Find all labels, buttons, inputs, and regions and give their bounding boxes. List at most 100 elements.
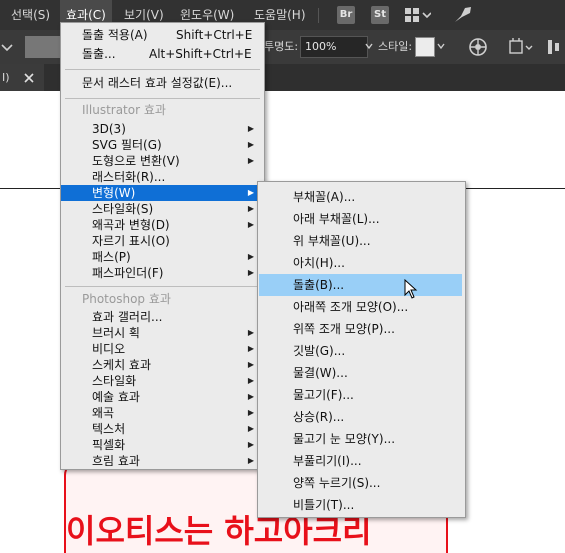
raster-settings-item[interactable]: 문서 래스터 효과 설정값(E)... xyxy=(82,75,232,91)
submenu-arrow-icon: ▶ xyxy=(247,252,254,261)
menu-item-brush-strokes[interactable]: 브러시 획 ▶ xyxy=(61,325,264,341)
menu-item-ps-stylize[interactable]: 스타일화 ▶ xyxy=(61,373,264,389)
submenu-item-label: 물결(W)... xyxy=(293,366,348,380)
submenu-item-label: 양쪽 누르기(S)... xyxy=(293,476,381,490)
distribute-icon[interactable] xyxy=(546,37,565,60)
menu-item-label: 픽셀화 xyxy=(92,438,126,452)
menu-item-pixelate[interactable]: 픽셀화 ▶ xyxy=(61,437,264,453)
opacity-input[interactable]: 100% xyxy=(300,36,368,58)
menu-select[interactable]: 선택(S) xyxy=(11,0,50,30)
menu-item-sketch[interactable]: 스케치 효과 ▶ xyxy=(61,357,264,373)
submenu-arrow-icon: ▶ xyxy=(247,156,254,165)
submenu-item-label: 아래쪽 조개 모양(O)... xyxy=(293,300,409,314)
warp-arc[interactable]: 부채꼴(A)... xyxy=(258,186,465,208)
menu-item-video[interactable]: 비디오 ▶ xyxy=(61,341,264,357)
menu-item-blur[interactable]: 흐림 효과 ▶ xyxy=(61,453,264,469)
warp-inflate[interactable]: 부풀리기(I)... xyxy=(258,450,465,472)
menu-item-stylize[interactable]: 스타일화(S) ▶ xyxy=(61,201,264,217)
menu-item-3d[interactable]: 3D(3) ▶ xyxy=(61,121,264,137)
submenu-arrow-icon: ▶ xyxy=(247,328,254,337)
submenu-item-label: 돌출(B)... xyxy=(293,278,345,292)
menu-item-label: 스타일화(S) xyxy=(92,202,154,216)
style-swatch[interactable] xyxy=(415,37,435,57)
submenu-arrow-icon: ▶ xyxy=(247,456,254,465)
warp-arch[interactable]: 아치(H)... xyxy=(258,252,465,274)
warp-bulge[interactable]: 돌출(B)... xyxy=(259,274,462,296)
last-effect-item[interactable]: 돌출... xyxy=(82,46,116,62)
apply-last-effect-item[interactable]: 돌출 적용(A) xyxy=(82,27,148,43)
menu-item-label: 효과 갤러리... xyxy=(92,310,163,324)
menu-item-distort-transform[interactable]: 왜곡과 변형(D) ▶ xyxy=(61,217,264,233)
submenu-item-label: 물고기(F)... xyxy=(293,388,354,402)
submenu-item-label: 상승(R)... xyxy=(293,410,345,424)
menu-item-artistic[interactable]: 예술 효과 ▶ xyxy=(61,389,264,405)
menu-separator xyxy=(65,98,260,99)
stock-icon[interactable]: St xyxy=(371,6,389,24)
menu-item-warp[interactable]: 변형(W) ▶ xyxy=(61,185,264,201)
menubar-divider xyxy=(318,8,319,23)
submenu-arrow-icon: ▶ xyxy=(247,124,254,133)
align-icon[interactable] xyxy=(508,37,534,60)
warp-shell-lower[interactable]: 아래쪽 조개 모양(O)... xyxy=(258,296,465,318)
menu-item-label: 패스(P) xyxy=(92,250,131,264)
close-icon[interactable] xyxy=(24,72,34,86)
document-tab[interactable]: I) xyxy=(0,64,44,91)
submenu-arrow-icon: ▶ xyxy=(247,392,254,401)
submenu-arrow-icon: ▶ xyxy=(247,140,254,149)
menu-item-texture[interactable]: 텍스처 ▶ xyxy=(61,421,264,437)
submenu-arrow-icon: ▶ xyxy=(247,424,254,433)
menu-item-label: 브러시 획 xyxy=(92,326,140,340)
opacity-label[interactable]: 투명도: xyxy=(264,30,298,64)
mouse-cursor-icon xyxy=(404,278,418,302)
document-tab-label: I) xyxy=(2,71,10,84)
menu-item-label: 흐림 효과 xyxy=(92,454,140,468)
menu-item-svg-filter[interactable]: SVG 필터(G) ▶ xyxy=(61,137,264,153)
menu-item-label: 왜곡과 변형(D) xyxy=(92,218,170,232)
submenu-arrow-icon: ▶ xyxy=(247,220,254,229)
menu-item-label: 도형으로 변환(V) xyxy=(92,154,180,168)
stroke-dropdown-icon[interactable] xyxy=(0,40,14,54)
submenu-arrow-icon: ▶ xyxy=(247,440,254,449)
style-label: 스타일: xyxy=(378,40,413,53)
warp-flag[interactable]: 깃발(G)... xyxy=(258,340,465,362)
style-dropdown-icon[interactable] xyxy=(436,40,446,55)
warp-fisheye[interactable]: 물고기 눈 모양(Y)... xyxy=(258,428,465,450)
illustrator-effects-header: Illustrator 효과 xyxy=(82,103,166,117)
rocket-icon[interactable] xyxy=(453,6,473,27)
menu-item-crop-marks[interactable]: 자르기 표시(O) xyxy=(61,233,264,249)
menu-item-effect-gallery[interactable]: 효과 갤러리... xyxy=(61,309,264,325)
menu-item-label: 텍스처 xyxy=(92,422,126,436)
workspace-grid-icon[interactable] xyxy=(405,8,432,25)
effect-menu: 돌출 적용(A) Shift+Ctrl+E 돌출... Alt+Shift+Ct… xyxy=(60,22,265,470)
menu-separator xyxy=(65,69,260,70)
submenu-arrow-icon: ▶ xyxy=(247,408,254,417)
submenu-item-label: 비틀기(T)... xyxy=(293,498,355,512)
warp-arc-upper[interactable]: 위 부채꼴(U)... xyxy=(258,230,465,252)
warp-wave[interactable]: 물결(W)... xyxy=(258,362,465,384)
warp-shell-upper[interactable]: 위쪽 조개 모양(P)... xyxy=(258,318,465,340)
menu-item-label: 비디오 xyxy=(92,342,126,356)
submenu-arrow-icon: ▶ xyxy=(247,188,254,197)
menu-item-label: 변형(W) xyxy=(92,186,136,200)
submenu-item-label: 물고기 눈 모양(Y)... xyxy=(293,432,396,446)
warp-fish[interactable]: 물고기(F)... xyxy=(258,384,465,406)
menu-item-pathfinder[interactable]: 패스파인더(F) ▶ xyxy=(61,265,264,281)
recolor-icon[interactable] xyxy=(468,37,488,60)
menu-item-label: 스케치 효과 xyxy=(92,358,152,372)
menu-item-rasterize[interactable]: 래스터화(R)... xyxy=(61,169,264,185)
submenu-item-label: 부풀리기(I)... xyxy=(293,454,362,468)
warp-arc-lower[interactable]: 아래 부채꼴(L)... xyxy=(258,208,465,230)
warp-submenu: 부채꼴(A)... 아래 부채꼴(L)... 위 부채꼴(U)... 아치(H)… xyxy=(257,181,466,518)
warp-rise[interactable]: 상승(R)... xyxy=(258,406,465,428)
menu-item-convert-shape[interactable]: 도형으로 변환(V) ▶ xyxy=(61,153,264,169)
stroke-swatch[interactable] xyxy=(25,36,65,58)
submenu-item-label: 위 부채꼴(U)... xyxy=(293,234,371,248)
opacity-dropdown-icon[interactable] xyxy=(364,40,374,55)
menu-item-distort[interactable]: 왜곡 ▶ xyxy=(61,405,264,421)
menu-item-path[interactable]: 패스(P) ▶ xyxy=(61,249,264,265)
bridge-icon[interactable]: Br xyxy=(337,6,355,24)
warp-twist[interactable]: 비틀기(T)... xyxy=(258,494,465,516)
menu-item-label: 예술 효과 xyxy=(92,390,140,404)
warp-squeeze[interactable]: 양쪽 누르기(S)... xyxy=(258,472,465,494)
submenu-item-label: 깃발(G)... xyxy=(293,344,346,358)
